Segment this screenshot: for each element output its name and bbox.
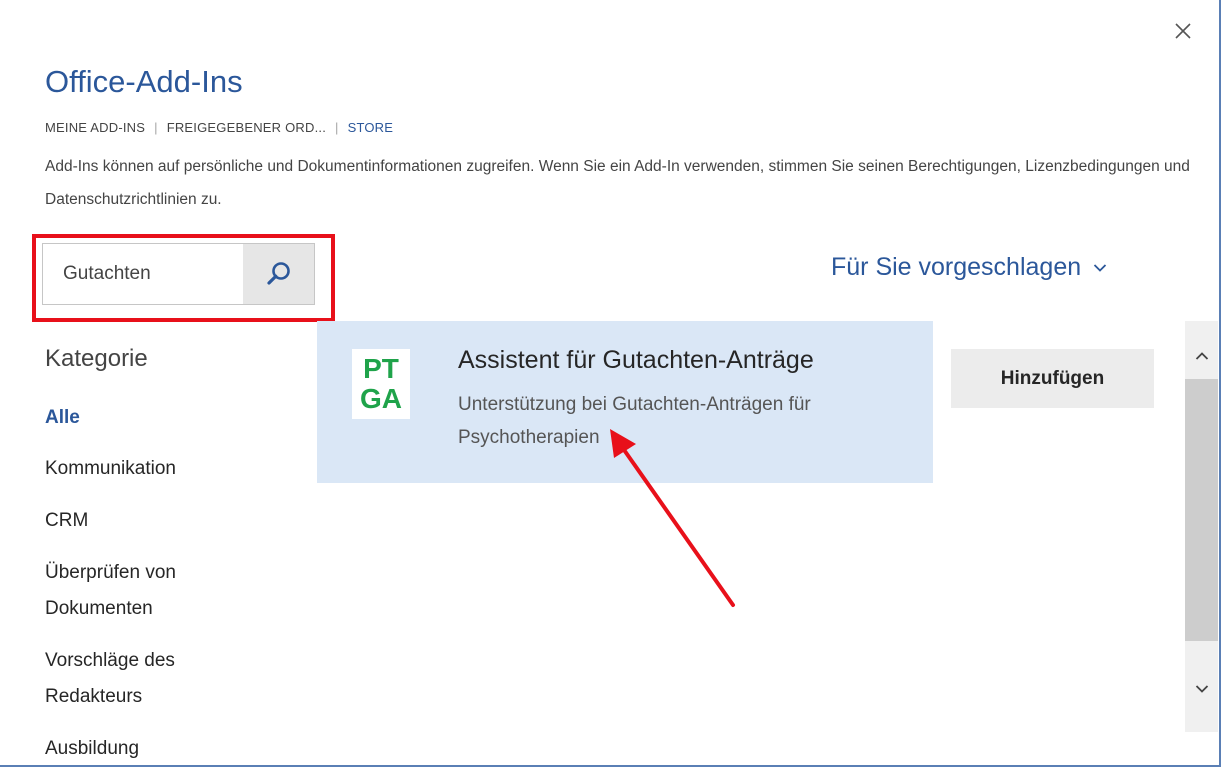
close-button[interactable] [1166,14,1200,48]
category-review-documents[interactable]: Überprüfen von Dokumenten [45,555,220,627]
add-in-title: Assistent für Gutachten-Anträge [458,346,814,374]
add-in-logo: PT GA [352,349,410,419]
store-nav: MEINE ADD-INS | FREIGEGEBENER ORD... | S… [45,120,393,135]
search-input[interactable] [43,244,243,304]
category-crm[interactable]: CRM [45,503,265,539]
nav-shared-folder[interactable]: FREIGEGEBENER ORD... [167,120,326,135]
results-scrollbar[interactable] [1185,321,1218,732]
category-list: Alle Kommunikation CRM Überprüfen von Do… [45,400,265,783]
category-communication[interactable]: Kommunikation [45,451,265,487]
scrollbar-thumb[interactable] [1185,379,1218,641]
dialog-title: Office-Add-Ins [45,64,243,99]
chevron-up-icon [1195,352,1208,360]
scroll-down-button[interactable] [1185,674,1218,704]
chevron-down-icon [1093,263,1107,273]
logo-line-1: PT [363,353,399,384]
nav-my-add-ins[interactable]: MEINE ADD-INS [45,120,145,135]
search-box [42,243,315,305]
add-button[interactable]: Hinzufügen [951,349,1154,408]
permissions-description: Add-Ins können auf persönliche und Dokum… [45,158,1190,208]
search-button[interactable] [243,244,314,304]
search-icon [266,262,290,285]
logo-line-2: GA [360,383,402,414]
chevron-down-icon [1195,685,1208,693]
category-education[interactable]: Ausbildung [45,731,265,767]
suggested-for-you-dropdown[interactable]: Für Sie vorgeschlagen [831,253,1107,282]
close-icon [1175,23,1191,39]
nav-separator: | [335,120,339,135]
add-in-result-card[interactable]: PT GA Assistent für Gutachten-Anträge Un… [317,321,933,483]
nav-store[interactable]: STORE [348,120,394,135]
add-in-description: Unterstützung bei Gutachten-Anträgen für… [458,394,811,448]
office-add-ins-dialog: Office-Add-Ins MEINE ADD-INS | FREIGEGEB… [0,0,1221,767]
suggested-label: Für Sie vorgeschlagen [831,253,1082,281]
category-all[interactable]: Alle [45,400,265,436]
scroll-up-button[interactable] [1185,341,1218,371]
category-heading: Kategorie [45,345,148,372]
nav-separator: | [154,120,158,135]
category-editors-picks[interactable]: Vorschläge des Redakteurs [45,643,220,715]
